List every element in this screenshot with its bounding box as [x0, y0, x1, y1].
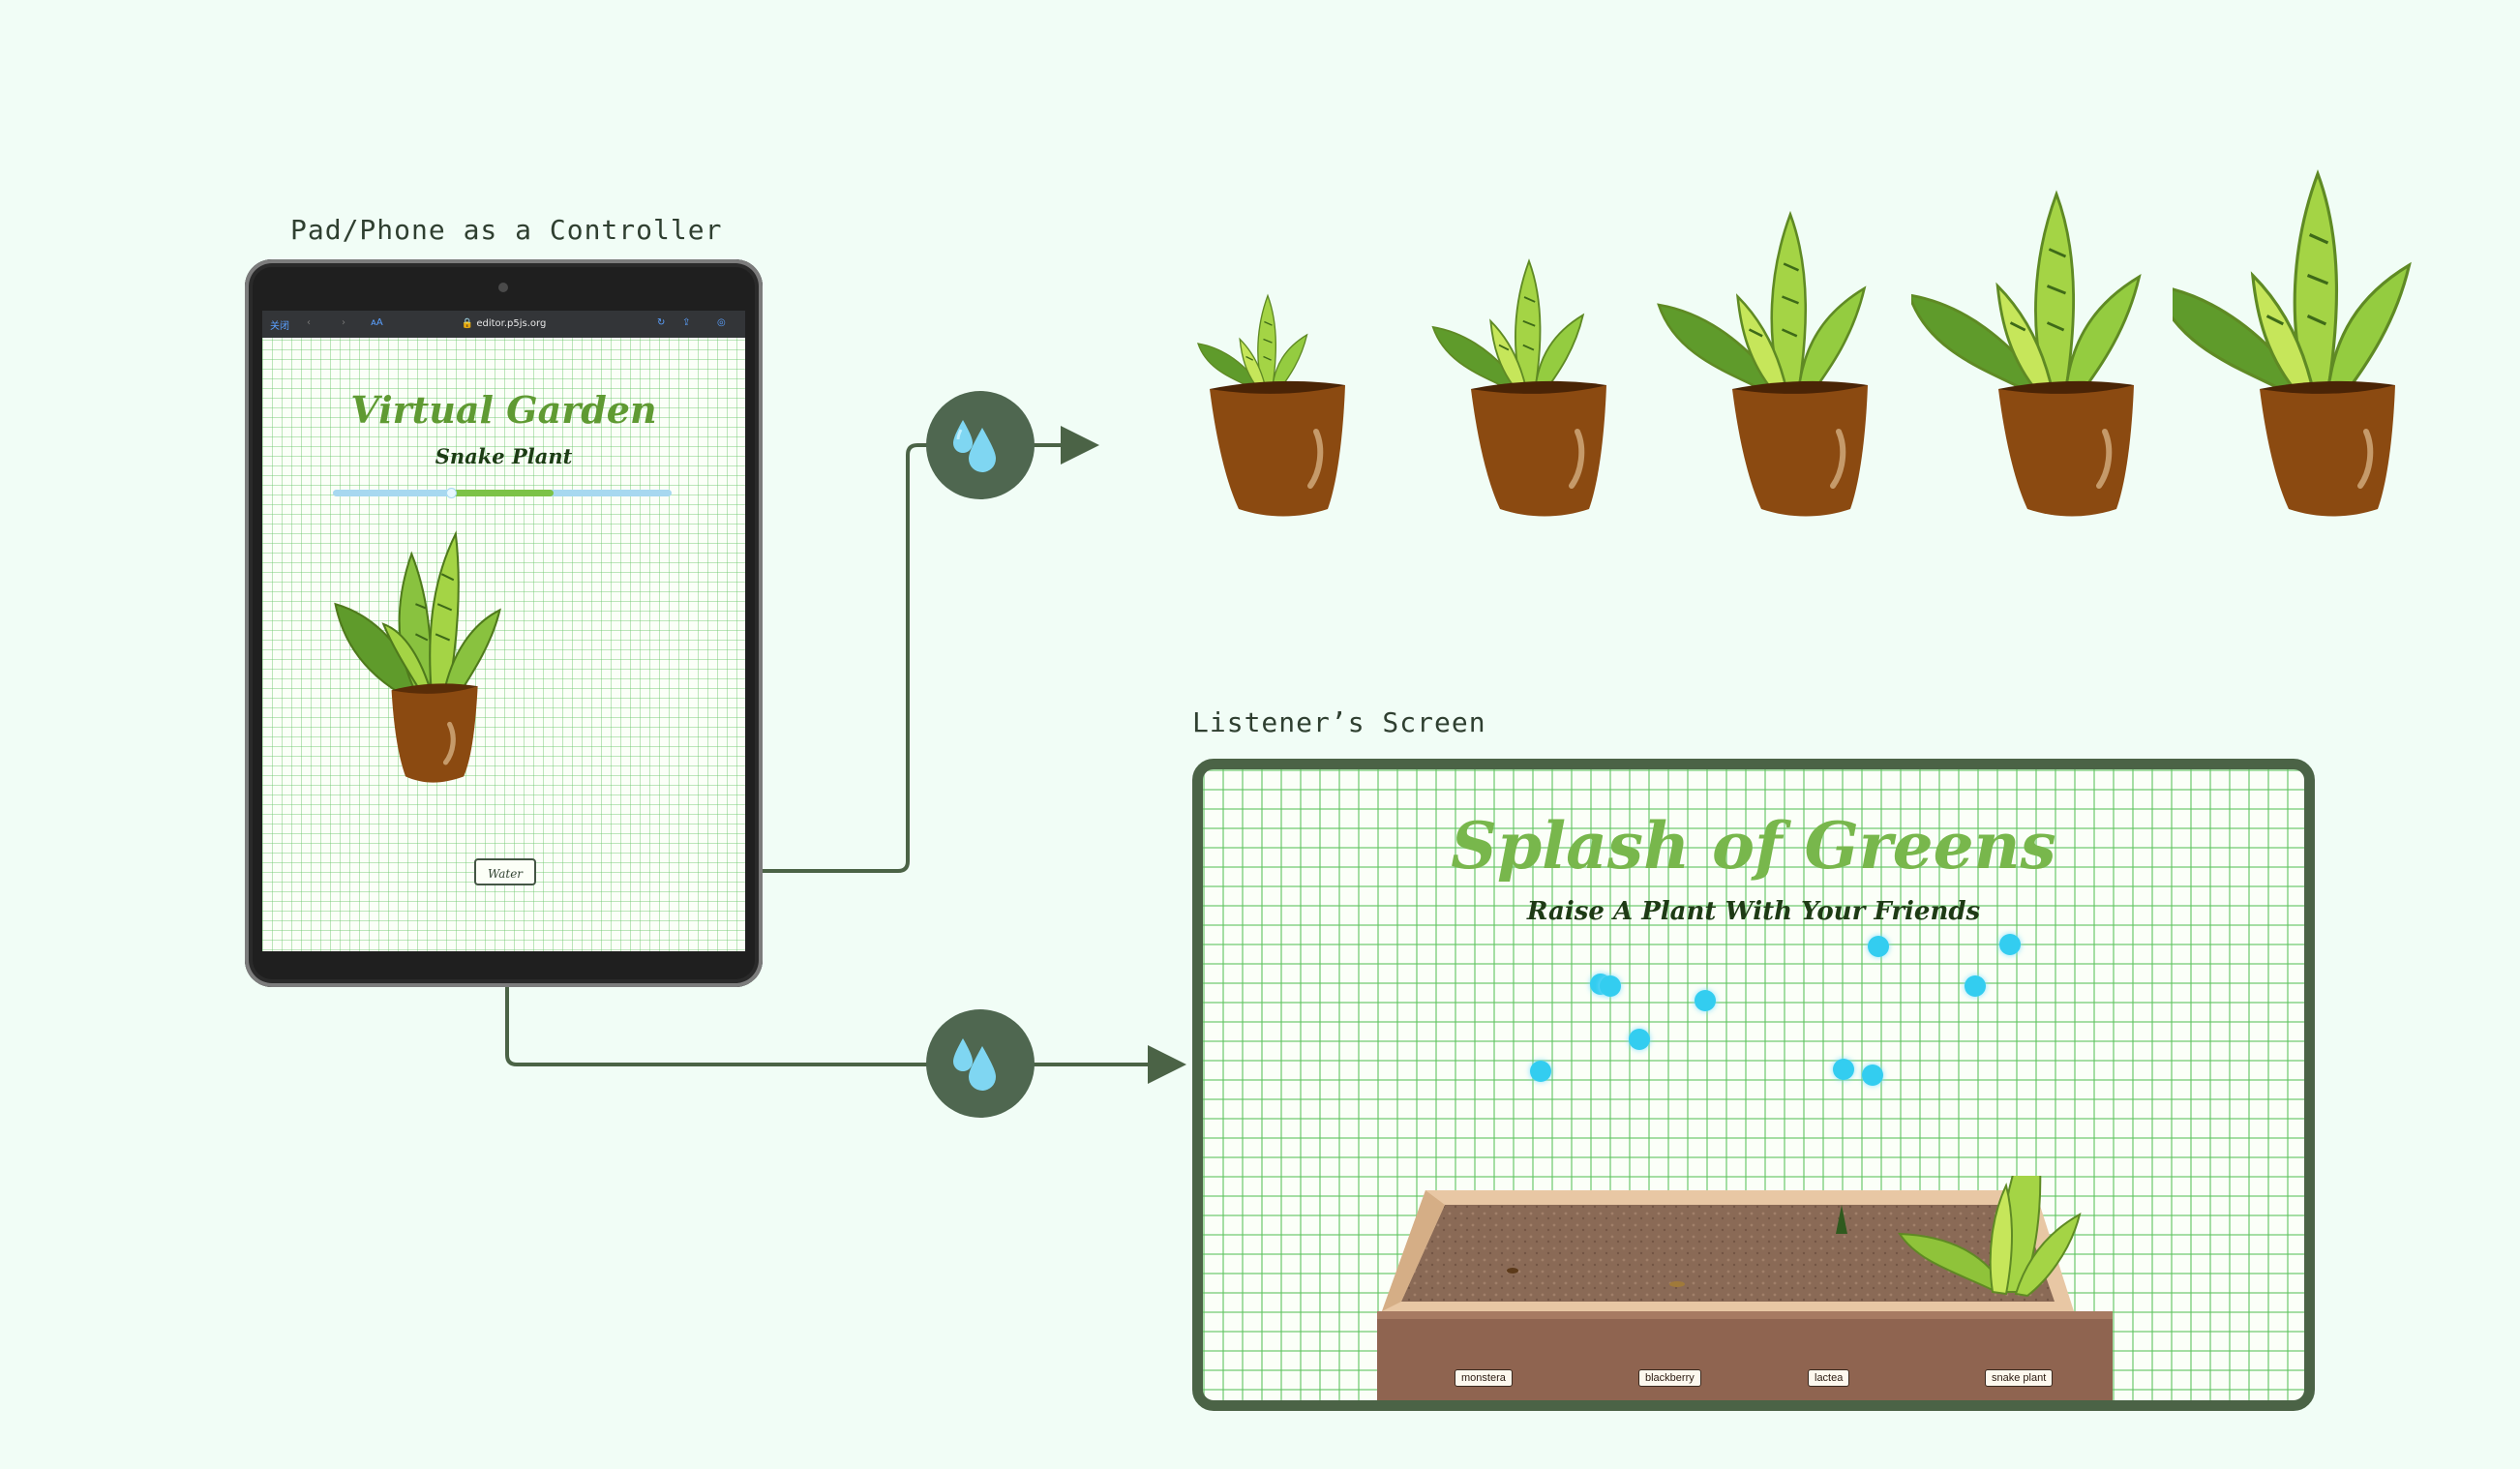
- water-bubble: [1629, 1029, 1650, 1050]
- growth-stage-plant: [2173, 155, 2482, 542]
- planter-label: snake plant: [1985, 1369, 2054, 1387]
- water-button[interactable]: Water: [474, 858, 536, 885]
- listener-title: Splash of Greens: [1451, 808, 2056, 884]
- listener-subtitle: Raise A Plant With Your Friends: [1526, 897, 1981, 926]
- controller-screen: 关闭 ‹ › ᴀA 🔒 editor.p5js.org ↻ ⇪ ◎ Virtua…: [262, 311, 745, 951]
- water-bubble: [1600, 975, 1621, 997]
- snake-plant-icon: [330, 514, 533, 794]
- planter-label: blackberry: [1638, 1369, 1701, 1387]
- growth-stage-plant: [1645, 155, 1955, 542]
- planter-label: monstera: [1455, 1369, 1513, 1387]
- camera-dot: [498, 283, 508, 292]
- url-bar[interactable]: 🔒 editor.p5js.org: [262, 318, 745, 329]
- browser-toolbar: 关闭 ‹ › ᴀA 🔒 editor.p5js.org ↻ ⇪ ◎: [262, 311, 745, 338]
- tablet-device: 关闭 ‹ › ᴀA 🔒 editor.p5js.org ↻ ⇪ ◎ Virtua…: [245, 259, 763, 987]
- water-bubble: [1999, 934, 2021, 955]
- reload-icon[interactable]: ↻: [657, 317, 665, 328]
- water-bubble: [1530, 1061, 1551, 1082]
- water-bubble: [1868, 936, 1889, 957]
- planter-label: lactea: [1808, 1369, 1850, 1387]
- water-bubble: [1833, 1059, 1854, 1080]
- water-bubble: [1965, 975, 1986, 997]
- growth-progress-fill: [451, 490, 554, 496]
- growth-progress-knob[interactable]: [445, 488, 457, 498]
- share-icon[interactable]: ⇪: [682, 317, 690, 328]
- listener-screen: Splash of Greens Raise A Plant With Your…: [1192, 759, 2315, 1411]
- growth-progress-bar: [333, 488, 672, 498]
- water-drops-icon: [926, 391, 1035, 499]
- app-title: Virtual Garden: [350, 388, 657, 432]
- water-bubble: [1695, 990, 1716, 1011]
- plant-name: Snake Plant: [435, 444, 573, 468]
- water-bubble: [1862, 1064, 1883, 1086]
- compass-icon[interactable]: ◎: [717, 317, 726, 328]
- water-drops-icon: [926, 1009, 1035, 1118]
